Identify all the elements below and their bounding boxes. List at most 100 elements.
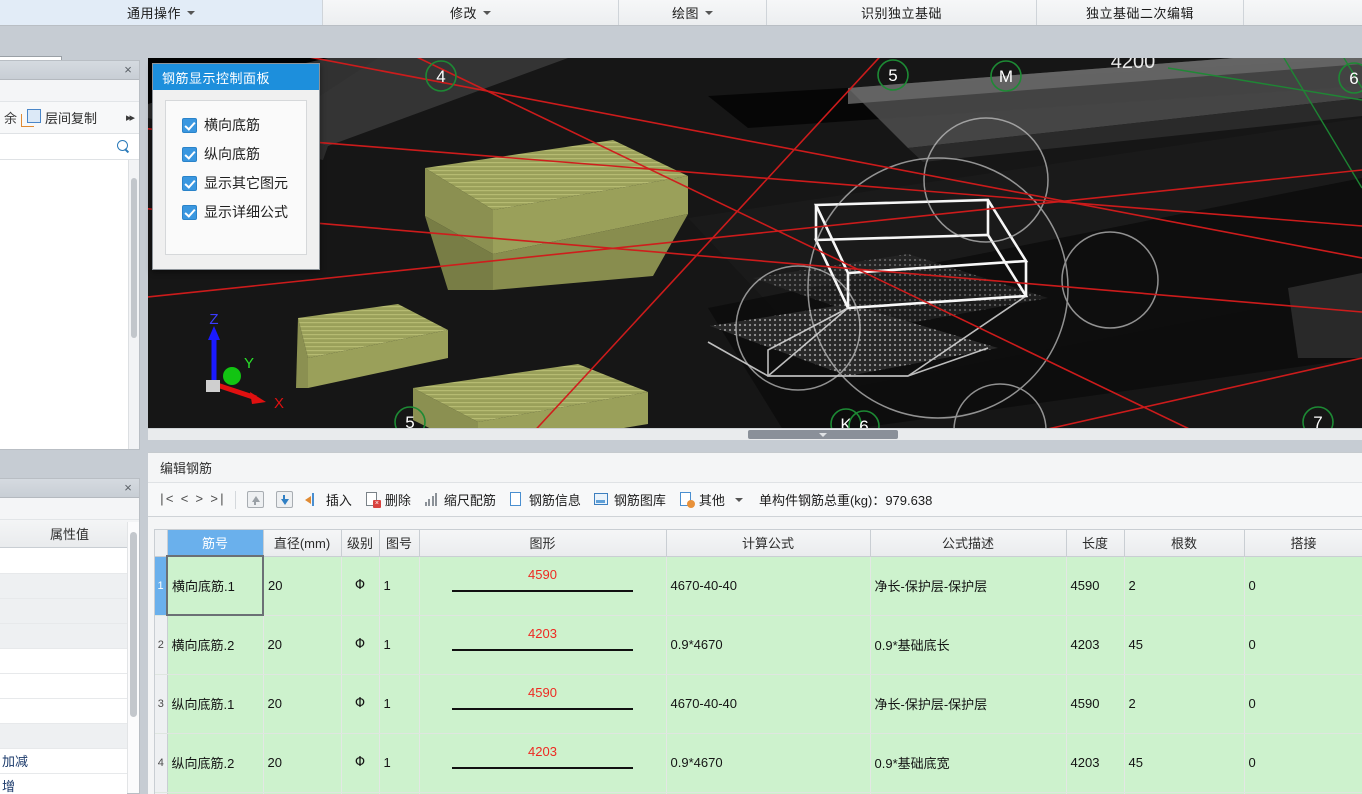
properties-row[interactable] xyxy=(0,724,127,749)
column-header-grade[interactable]: 级别 xyxy=(341,530,380,557)
column-header-lap[interactable]: 搭接 xyxy=(1244,530,1362,557)
ribbon-group-draw[interactable]: 绘图 xyxy=(619,0,767,25)
table-row[interactable]: 3 纵向底筋.1 20 Φ 1 4590 4670-40-40 净长-保护层-保… xyxy=(155,674,1362,734)
navigator-scrollbar[interactable] xyxy=(128,160,139,449)
layer-copy-label[interactable]: 层间复制 xyxy=(45,108,97,127)
rebar-table-container[interactable]: 筋号 直径(mm) 级别 图号 图形 计算公式 公式描述 长度 根数 搭接 1 xyxy=(154,529,1362,794)
cell-figure-number[interactable]: 1 xyxy=(379,615,420,675)
scale-rebar-button[interactable]: 缩尺配筋 xyxy=(417,488,502,511)
cell-lap[interactable]: 0 xyxy=(1244,733,1362,793)
navigator-search-row[interactable] xyxy=(0,134,139,160)
cell-diameter[interactable]: 20 xyxy=(263,615,342,675)
cell-count[interactable]: 2 xyxy=(1124,556,1245,616)
3d-viewport[interactable]: 4 5 M 6 5 K 6 7 4200 Z X Y xyxy=(148,58,1362,438)
search-icon[interactable] xyxy=(117,139,131,154)
cell-lap[interactable]: 0 xyxy=(1244,615,1362,675)
ribbon-group-general-ops[interactable]: 通用操作 xyxy=(0,0,323,25)
rebar-library-button[interactable]: 钢筋图库 xyxy=(587,488,672,511)
cell-length[interactable]: 4590 xyxy=(1066,556,1125,616)
ribbon-group-identify-isolated-footing[interactable]: 识别独立基础 xyxy=(767,0,1037,25)
cell-description[interactable]: 净长-保护层-保护层 xyxy=(870,556,1067,616)
properties-row[interactable] xyxy=(0,624,127,649)
cell-description[interactable]: 0.9*基础底长 xyxy=(870,615,1067,675)
column-header-formula[interactable]: 计算公式 xyxy=(666,530,871,557)
last-record-button[interactable]: >| xyxy=(210,492,226,507)
properties-scrollbar[interactable] xyxy=(127,522,139,793)
checkbox-longitudinal-bottom-rebar[interactable]: 纵向底筋 xyxy=(182,144,306,164)
column-header-description[interactable]: 公式描述 xyxy=(870,530,1067,557)
cell-grade[interactable]: Φ xyxy=(341,733,380,793)
ribbon-group-modify[interactable]: 修改 xyxy=(323,0,619,25)
cell-formula[interactable]: 4670-40-40 xyxy=(666,556,871,616)
column-header-figure-number[interactable]: 图号 xyxy=(379,530,420,557)
properties-row[interactable] xyxy=(0,549,127,574)
move-down-button[interactable] xyxy=(270,489,299,510)
cell-shape[interactable]: 4203 xyxy=(419,615,667,675)
close-icon[interactable]: × xyxy=(121,63,135,77)
properties-row[interactable] xyxy=(0,674,127,699)
checkbox-checked-icon[interactable] xyxy=(182,117,197,133)
overflow-chevrons-icon[interactable]: ▸▸ xyxy=(126,111,135,124)
table-row[interactable]: 2 横向底筋.2 20 Φ 1 4203 0.9*4670 0.9*基础底长 4… xyxy=(155,615,1362,675)
checkbox-checked-icon[interactable] xyxy=(182,204,197,220)
cell-figure-number[interactable]: 1 xyxy=(379,556,420,616)
properties-row[interactable]: 加减 xyxy=(0,749,127,774)
cell-count[interactable]: 45 xyxy=(1124,733,1245,793)
cell-shape[interactable]: 4590 xyxy=(419,674,667,734)
other-button[interactable]: 其他 xyxy=(672,488,749,511)
cell-description[interactable]: 0.9*基础底宽 xyxy=(870,733,1067,793)
column-header-length[interactable]: 长度 xyxy=(1066,530,1125,557)
cell-shape[interactable]: 4203 xyxy=(419,733,667,793)
properties-row[interactable] xyxy=(0,649,127,674)
properties-row[interactable] xyxy=(0,574,127,599)
column-header-diameter[interactable]: 直径(mm) xyxy=(263,530,342,557)
properties-row[interactable] xyxy=(0,699,127,724)
delete-button[interactable]: × 删除 xyxy=(358,488,417,511)
cell-grade[interactable]: Φ xyxy=(341,615,380,675)
ribbon-group-isolated-footing-secondary-edit[interactable]: 独立基础二次编辑 xyxy=(1037,0,1244,25)
table-row[interactable]: 1 横向底筋.1 20 Φ 1 4590 4670-40-40 净长-保护层-保… xyxy=(155,555,1362,616)
cell-lap[interactable]: 0 xyxy=(1244,556,1362,616)
cell-diameter[interactable]: 20 xyxy=(263,556,342,616)
cell-length[interactable]: 4203 xyxy=(1066,615,1125,675)
cell-grade[interactable]: Φ xyxy=(341,674,380,734)
cell-lap[interactable]: 0 xyxy=(1244,674,1362,734)
cell-shape[interactable]: 4590 xyxy=(419,556,667,616)
column-header-shape[interactable]: 图形 xyxy=(419,530,667,557)
cell-figure-number[interactable]: 1 xyxy=(379,733,420,793)
cell-grade[interactable]: Φ xyxy=(341,556,380,616)
properties-scroll-thumb[interactable] xyxy=(130,532,137,717)
cell-formula[interactable]: 0.9*4670 xyxy=(666,733,871,793)
checkbox-checked-icon[interactable] xyxy=(182,175,197,191)
close-icon[interactable]: × xyxy=(121,481,135,495)
checkbox-checked-icon[interactable] xyxy=(182,146,197,162)
cell-diameter[interactable]: 20 xyxy=(263,674,342,734)
first-record-button[interactable]: |< xyxy=(158,492,174,507)
prev-record-button[interactable]: < xyxy=(181,492,189,507)
cell-bar-number[interactable]: 横向底筋.2 xyxy=(167,615,264,675)
checkbox-show-detailed-formula[interactable]: 显示详细公式 xyxy=(182,202,306,222)
cell-formula[interactable]: 4670-40-40 xyxy=(666,674,871,734)
cell-formula[interactable]: 0.9*4670 xyxy=(666,615,871,675)
cell-description[interactable]: 净长-保护层-保护层 xyxy=(870,674,1067,734)
cell-diameter[interactable]: 20 xyxy=(263,733,342,793)
cell-figure-number[interactable]: 1 xyxy=(379,674,420,734)
column-header-count[interactable]: 根数 xyxy=(1124,530,1245,557)
move-up-button[interactable] xyxy=(241,489,270,510)
table-row[interactable]: 4 纵向底筋.2 20 Φ 1 4203 0.9*4670 0.9*基础底宽 4… xyxy=(155,733,1362,793)
cell-bar-number[interactable]: 横向底筋.1 xyxy=(166,555,264,616)
column-header-bar-number[interactable]: 筋号 xyxy=(167,530,264,557)
cell-length[interactable]: 4203 xyxy=(1066,733,1125,793)
navigator-scroll-thumb[interactable] xyxy=(131,178,137,338)
insert-button[interactable]: 插入 xyxy=(299,488,358,511)
cell-bar-number[interactable]: 纵向底筋.2 xyxy=(167,733,264,793)
cell-count[interactable]: 2 xyxy=(1124,674,1245,734)
properties-row[interactable]: 增 xyxy=(0,774,127,794)
viewport-horizontal-scrollbar[interactable] xyxy=(148,428,1362,440)
next-record-button[interactable]: > xyxy=(195,492,203,507)
cell-count[interactable]: 45 xyxy=(1124,615,1245,675)
properties-row[interactable] xyxy=(0,599,127,624)
checkbox-show-other-elements[interactable]: 显示其它图元 xyxy=(182,173,306,193)
cell-length[interactable]: 4590 xyxy=(1066,674,1125,734)
checkbox-transverse-bottom-rebar[interactable]: 横向底筋 xyxy=(182,115,306,135)
